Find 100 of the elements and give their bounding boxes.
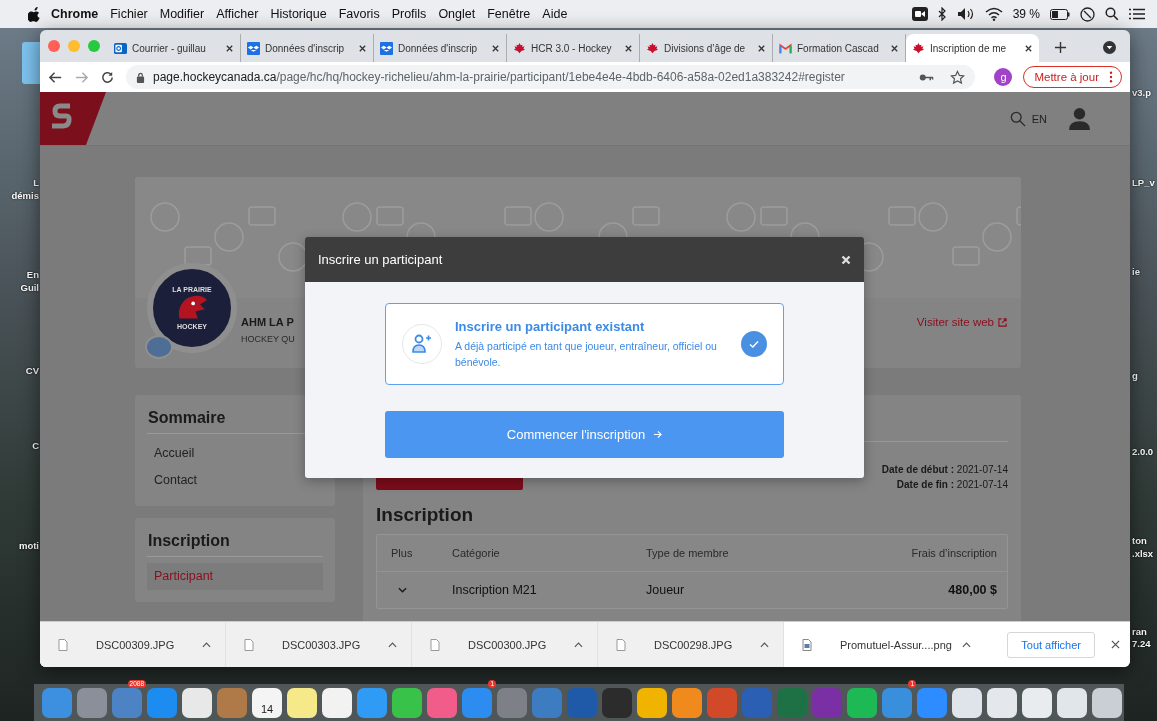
download-item[interactable]: DSC00298.JPG — [598, 622, 784, 667]
external-link-icon — [998, 317, 1007, 327]
site-logo-icon[interactable] — [40, 92, 106, 145]
menu-item[interactable]: Aide — [542, 7, 568, 21]
profile-avatar[interactable]: g — [994, 68, 1013, 86]
menu-item[interactable]: Onglet — [438, 7, 476, 21]
desktop-icon-label[interactable]: ton — [1132, 535, 1147, 546]
more-icon[interactable] — [1109, 71, 1113, 83]
maple-leaf-icon — [646, 41, 659, 55]
file-icon — [430, 638, 440, 651]
organization-name: AHM LA P — [241, 316, 295, 328]
battery-icon[interactable] — [1050, 8, 1070, 20]
desktop-icon-label[interactable]: ie — [1132, 266, 1140, 277]
table-cell: 480,00 $ — [948, 583, 997, 597]
app-icon[interactable] — [392, 687, 422, 718]
chevron-icon[interactable] — [398, 587, 407, 593]
desktop-icon-label[interactable]: Guil — [20, 282, 39, 293]
desktop-icon-label[interactable]: g — [1132, 370, 1138, 381]
app-icon[interactable] — [1092, 687, 1122, 718]
menu-icon[interactable] — [1129, 8, 1145, 20]
desktop-icon-label[interactable]: 2.0.0 — [1132, 446, 1154, 457]
table-cell-text: Inscription M21 — [452, 583, 538, 597]
download-item[interactable]: DSC00309.JPG — [40, 622, 226, 667]
column-header: Type de membre — [646, 547, 730, 559]
video-icon[interactable] — [911, 7, 928, 21]
column-header: Frais d’inscription — [911, 547, 997, 559]
lock-icon[interactable] — [136, 71, 145, 83]
download-item[interactable]: DSC00300.JPG — [412, 622, 598, 667]
menu-item[interactable]: Fenêtre — [487, 7, 531, 21]
close-tab-icon[interactable] — [624, 43, 633, 53]
bluetooth-icon[interactable] — [937, 7, 947, 21]
menu-app-name[interactable]: Chrome — [51, 7, 99, 21]
menu-item[interactable]: Profils — [391, 7, 427, 21]
menu-item[interactable]: Favoris — [338, 7, 380, 21]
menu-item[interactable]: Afficher — [216, 7, 259, 21]
desktop-icon-label[interactable]: CV — [25, 365, 39, 376]
menu-item[interactable]: Fichier — [110, 7, 148, 21]
caret-icon[interactable] — [574, 641, 583, 648]
update-button[interactable]: Mettre à jour — [1023, 66, 1122, 88]
arrow-right-icon — [653, 430, 663, 439]
desktop-icon-label[interactable]: C — [32, 440, 39, 451]
section-heading: Inscription — [376, 504, 475, 526]
reload-icon[interactable] — [100, 69, 115, 85]
close-icon[interactable] — [1111, 640, 1120, 649]
app-icon[interactable]: 14 — [252, 687, 282, 718]
caret-icon[interactable] — [388, 641, 397, 648]
screen-time-icon[interactable] — [1080, 6, 1095, 22]
app-icon[interactable] — [287, 687, 317, 718]
date-text: Date de fin : 2021-07-14 — [896, 479, 1008, 490]
language-toggle[interactable]: EN — [1031, 112, 1047, 125]
desktop-icon-label[interactable]: moti — [18, 540, 39, 551]
close-tab-icon[interactable] — [358, 43, 367, 53]
desktop-icon-label[interactable]: En — [26, 269, 39, 280]
bookmark-star-icon[interactable] — [950, 69, 966, 85]
date-text: Date de début : 2021-07-14 — [881, 464, 1008, 475]
user-icon[interactable] — [1069, 107, 1090, 130]
menu-item[interactable]: Modifier — [159, 7, 205, 21]
close-tab-icon[interactable] — [225, 43, 234, 53]
app-icon[interactable] — [322, 687, 352, 718]
participant-option[interactable]: Inscrire un participant existant A déjà participé en tant que joueur, entraîneur, officiel ou bénévole. — [385, 303, 784, 385]
search-icon[interactable] — [1105, 7, 1119, 21]
app-icon[interactable] — [952, 687, 982, 718]
caret-icon[interactable] — [961, 641, 971, 648]
desktop-icon-label[interactable]: v3.p — [1132, 87, 1151, 98]
desktop-icon-label[interactable]: démis — [11, 190, 39, 201]
desktop-icon-label[interactable]: .xlsx — [1132, 548, 1154, 559]
desktop-icon-label[interactable]: LP_v — [1132, 177, 1155, 188]
desktop-icon-label[interactable]: 7.24 — [1132, 638, 1151, 649]
option-title: Inscrire un participant existant — [455, 318, 646, 334]
box-logo-icon — [380, 41, 393, 55]
download-item[interactable]: DSC00303.JPG — [226, 622, 412, 667]
column-header: Plus — [391, 547, 414, 559]
close-tab-icon[interactable] — [1024, 43, 1033, 53]
file-icon — [616, 638, 626, 651]
desktop-icon-label[interactable]: ran — [1132, 626, 1147, 637]
file-icon — [58, 638, 68, 651]
browser-tab[interactable]: Inscription de me — [906, 34, 1039, 62]
volume-icon[interactable] — [956, 7, 975, 21]
caret-icon[interactable] — [760, 641, 769, 648]
wifi-icon[interactable] — [984, 7, 1003, 21]
close-tab-icon[interactable] — [491, 43, 500, 53]
close-tab-icon[interactable] — [757, 43, 766, 53]
sidebar-item[interactable]: Contact — [147, 467, 323, 494]
app-icon[interactable] — [1057, 687, 1087, 718]
close-tab-icon[interactable] — [890, 43, 899, 53]
caret-icon[interactable] — [202, 641, 211, 648]
apple-icon[interactable] — [28, 6, 41, 22]
new-tab-icon[interactable] — [1054, 41, 1067, 54]
app-icon[interactable] — [182, 687, 212, 718]
app-icon[interactable] — [987, 687, 1017, 718]
address-field[interactable]: page.hockeycanada.ca/page/hc/hq/hockey-richelieu/ahm-la-prairie/participant/1ebe4e4e-4bdb-6406-a58a-02ed1a383242#register — [126, 65, 976, 89]
battery-percentage: 39 % — [1012, 7, 1040, 21]
app-icon[interactable] — [637, 687, 667, 718]
menu-item[interactable]: Historique — [270, 7, 327, 21]
app-icon[interactable] — [672, 687, 702, 718]
modal-title: Inscrire un participant — [318, 252, 443, 267]
show-all-button[interactable]: Tout afficher — [1007, 631, 1095, 658]
desktop-icon-label[interactable]: L — [33, 177, 39, 188]
app-icon[interactable] — [1022, 687, 1052, 718]
app-icon[interactable] — [847, 687, 877, 718]
